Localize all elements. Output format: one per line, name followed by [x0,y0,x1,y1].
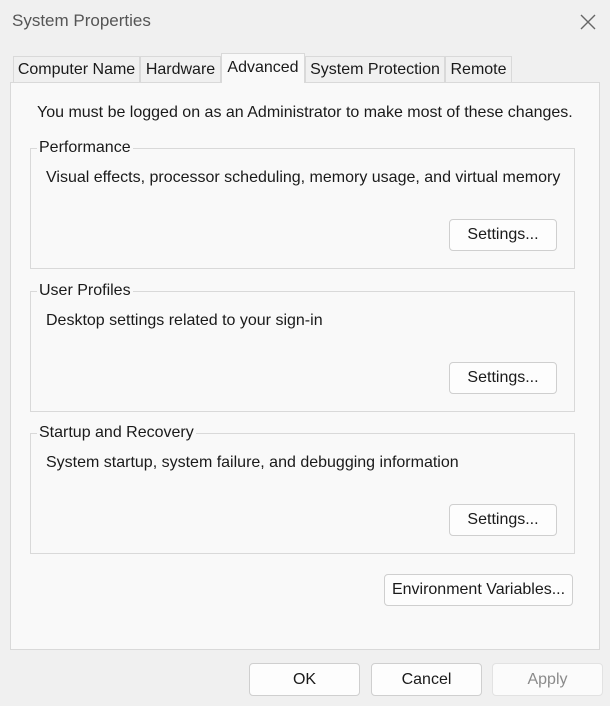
performance-settings-button[interactable]: Settings... [449,219,557,251]
cancel-button[interactable]: Cancel [371,663,482,696]
close-button[interactable] [566,0,610,44]
tab-advanced[interactable]: Advanced [221,53,305,83]
window-title: System Properties [12,11,151,30]
close-icon [580,14,596,30]
apply-button[interactable]: Apply [492,663,603,696]
startup-recovery-description: System startup, system failure, and debu… [46,454,459,471]
startup-recovery-group-title: Startup and Recovery [37,424,196,442]
tab-hardware[interactable]: Hardware [140,56,221,82]
admin-notice: You must be logged on as an Administrato… [37,104,573,121]
user-profiles-description: Desktop settings related to your sign-in [46,312,323,329]
user-profiles-group-title: User Profiles [37,282,133,300]
tab-computer-name[interactable]: Computer Name [13,56,140,82]
performance-description: Visual effects, processor scheduling, me… [46,169,561,186]
ok-button[interactable]: OK [249,663,360,696]
title-bar: System Properties [0,0,610,44]
tab-remote[interactable]: Remote [445,56,512,82]
environment-variables-button[interactable]: Environment Variables... [384,574,573,606]
tab-system-protection[interactable]: System Protection [305,56,445,82]
startup-recovery-settings-button[interactable]: Settings... [449,504,557,536]
performance-group-title: Performance [37,139,133,157]
user-profiles-settings-button[interactable]: Settings... [449,362,557,394]
